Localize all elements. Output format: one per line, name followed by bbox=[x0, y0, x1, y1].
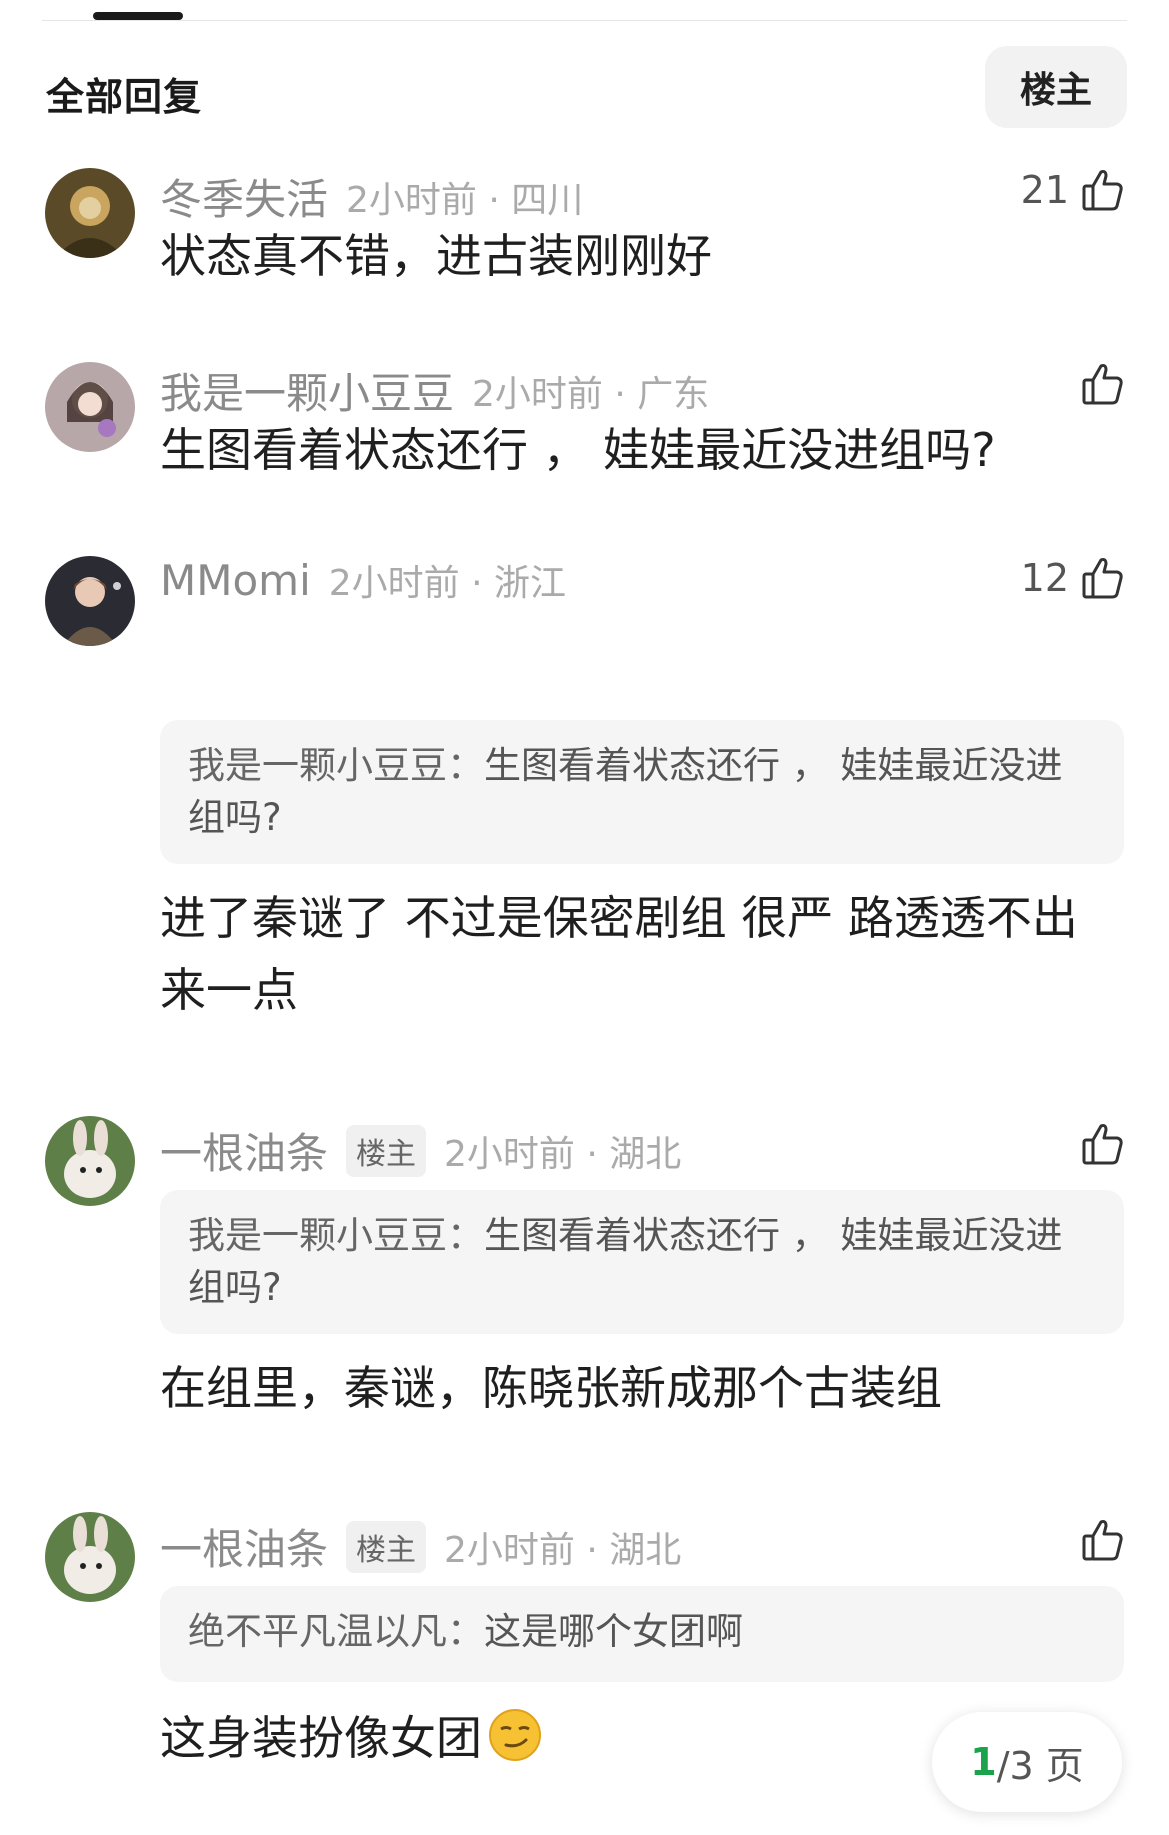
like-button[interactable] bbox=[1069, 360, 1127, 408]
time-location: 2小时前 · 湖北 bbox=[444, 1529, 682, 1571]
quoted-reply[interactable]: 我是一颗小豆豆：生图看着状态还行 ， 娃娃最近没进组吗? bbox=[160, 720, 1124, 864]
time-location: 2小时前 · 广东 bbox=[472, 373, 710, 415]
op-only-filter-button[interactable]: 楼主 bbox=[985, 46, 1127, 128]
time-location: 2小时前 · 浙江 bbox=[328, 563, 567, 604]
avatar[interactable] bbox=[45, 168, 135, 258]
like-button[interactable]: 21 bbox=[1021, 166, 1127, 214]
quote-text: 这是哪个女团啊 bbox=[484, 1610, 743, 1653]
username[interactable]: 一根油条 bbox=[160, 1120, 328, 1181]
username[interactable]: 冬季失活 bbox=[160, 166, 328, 227]
avatar[interactable] bbox=[45, 1116, 135, 1206]
like-count: 21 bbox=[1020, 168, 1069, 212]
quote-author: 我是一颗小豆豆： bbox=[188, 744, 484, 787]
top-divider bbox=[42, 20, 1127, 21]
quoted-reply[interactable]: 绝不平凡温以凡：这是哪个女团啊 bbox=[160, 1586, 1124, 1682]
thumbs-up-icon bbox=[1082, 170, 1123, 211]
comment-text: 生图看着状态还行 ， 娃娃最近没进组吗? bbox=[160, 423, 996, 477]
like-button[interactable] bbox=[1069, 1120, 1127, 1168]
comment-text-content: 这身装扮像女团 bbox=[160, 1711, 482, 1765]
smirk-emoji-icon bbox=[489, 1709, 541, 1761]
like-button[interactable] bbox=[1069, 1516, 1127, 1564]
op-badge: 楼主 bbox=[346, 1124, 427, 1177]
page-title: 全部回复 bbox=[46, 75, 203, 119]
top-tab-indicator bbox=[93, 12, 183, 20]
quote-author: 我是一颗小豆豆： bbox=[188, 1214, 484, 1257]
time-location: 2小时前 · 湖北 bbox=[444, 1133, 682, 1175]
current-page: 1 bbox=[970, 1740, 997, 1784]
username[interactable]: 我是一颗小豆豆 bbox=[160, 360, 454, 421]
avatar[interactable] bbox=[45, 1512, 135, 1602]
comment-meta: 我是一颗小豆豆 2小时前 · 广东 bbox=[160, 360, 709, 421]
username[interactable]: MMomi bbox=[160, 556, 311, 605]
like-button[interactable]: 12 bbox=[1021, 554, 1127, 602]
avatar[interactable] bbox=[45, 362, 135, 452]
comment-text: 状态真不错，进古装刚刚好 bbox=[160, 229, 712, 283]
thumbs-up-icon bbox=[1082, 1124, 1123, 1165]
comment-text: 在组里，秦谜，陈晓张新成那个古装组 bbox=[160, 1361, 942, 1415]
quoted-reply[interactable]: 我是一颗小豆豆：生图看着状态还行 ， 娃娃最近没进组吗? bbox=[160, 1190, 1124, 1334]
username[interactable]: 一根油条 bbox=[160, 1516, 328, 1577]
quote-author: 绝不平凡温以凡： bbox=[188, 1610, 484, 1653]
avatar[interactable] bbox=[45, 556, 135, 646]
comment-meta: 一根油条 楼主 2小时前 · 湖北 bbox=[160, 1120, 681, 1181]
op-badge: 楼主 bbox=[346, 1520, 427, 1573]
thumbs-up-icon bbox=[1082, 1520, 1123, 1561]
comment-meta: 冬季失活 2小时前 · 四川 bbox=[160, 166, 583, 227]
thumbs-up-icon bbox=[1082, 364, 1123, 405]
time-location: 2小时前 · 四川 bbox=[346, 179, 584, 221]
comment-text: 进了秦谜了 不过是保密剧组 很严 路透透不出来一点 bbox=[160, 891, 1078, 1017]
comment-meta: MMomi 2小时前 · 浙江 bbox=[160, 554, 566, 606]
comment-meta: 一根油条 楼主 2小时前 · 湖北 bbox=[160, 1516, 681, 1577]
like-count: 12 bbox=[1020, 556, 1069, 600]
total-pages: /3 页 bbox=[996, 1743, 1084, 1788]
pagination-indicator[interactable]: 1/3 页 bbox=[932, 1712, 1122, 1812]
thumbs-up-icon bbox=[1082, 558, 1123, 599]
